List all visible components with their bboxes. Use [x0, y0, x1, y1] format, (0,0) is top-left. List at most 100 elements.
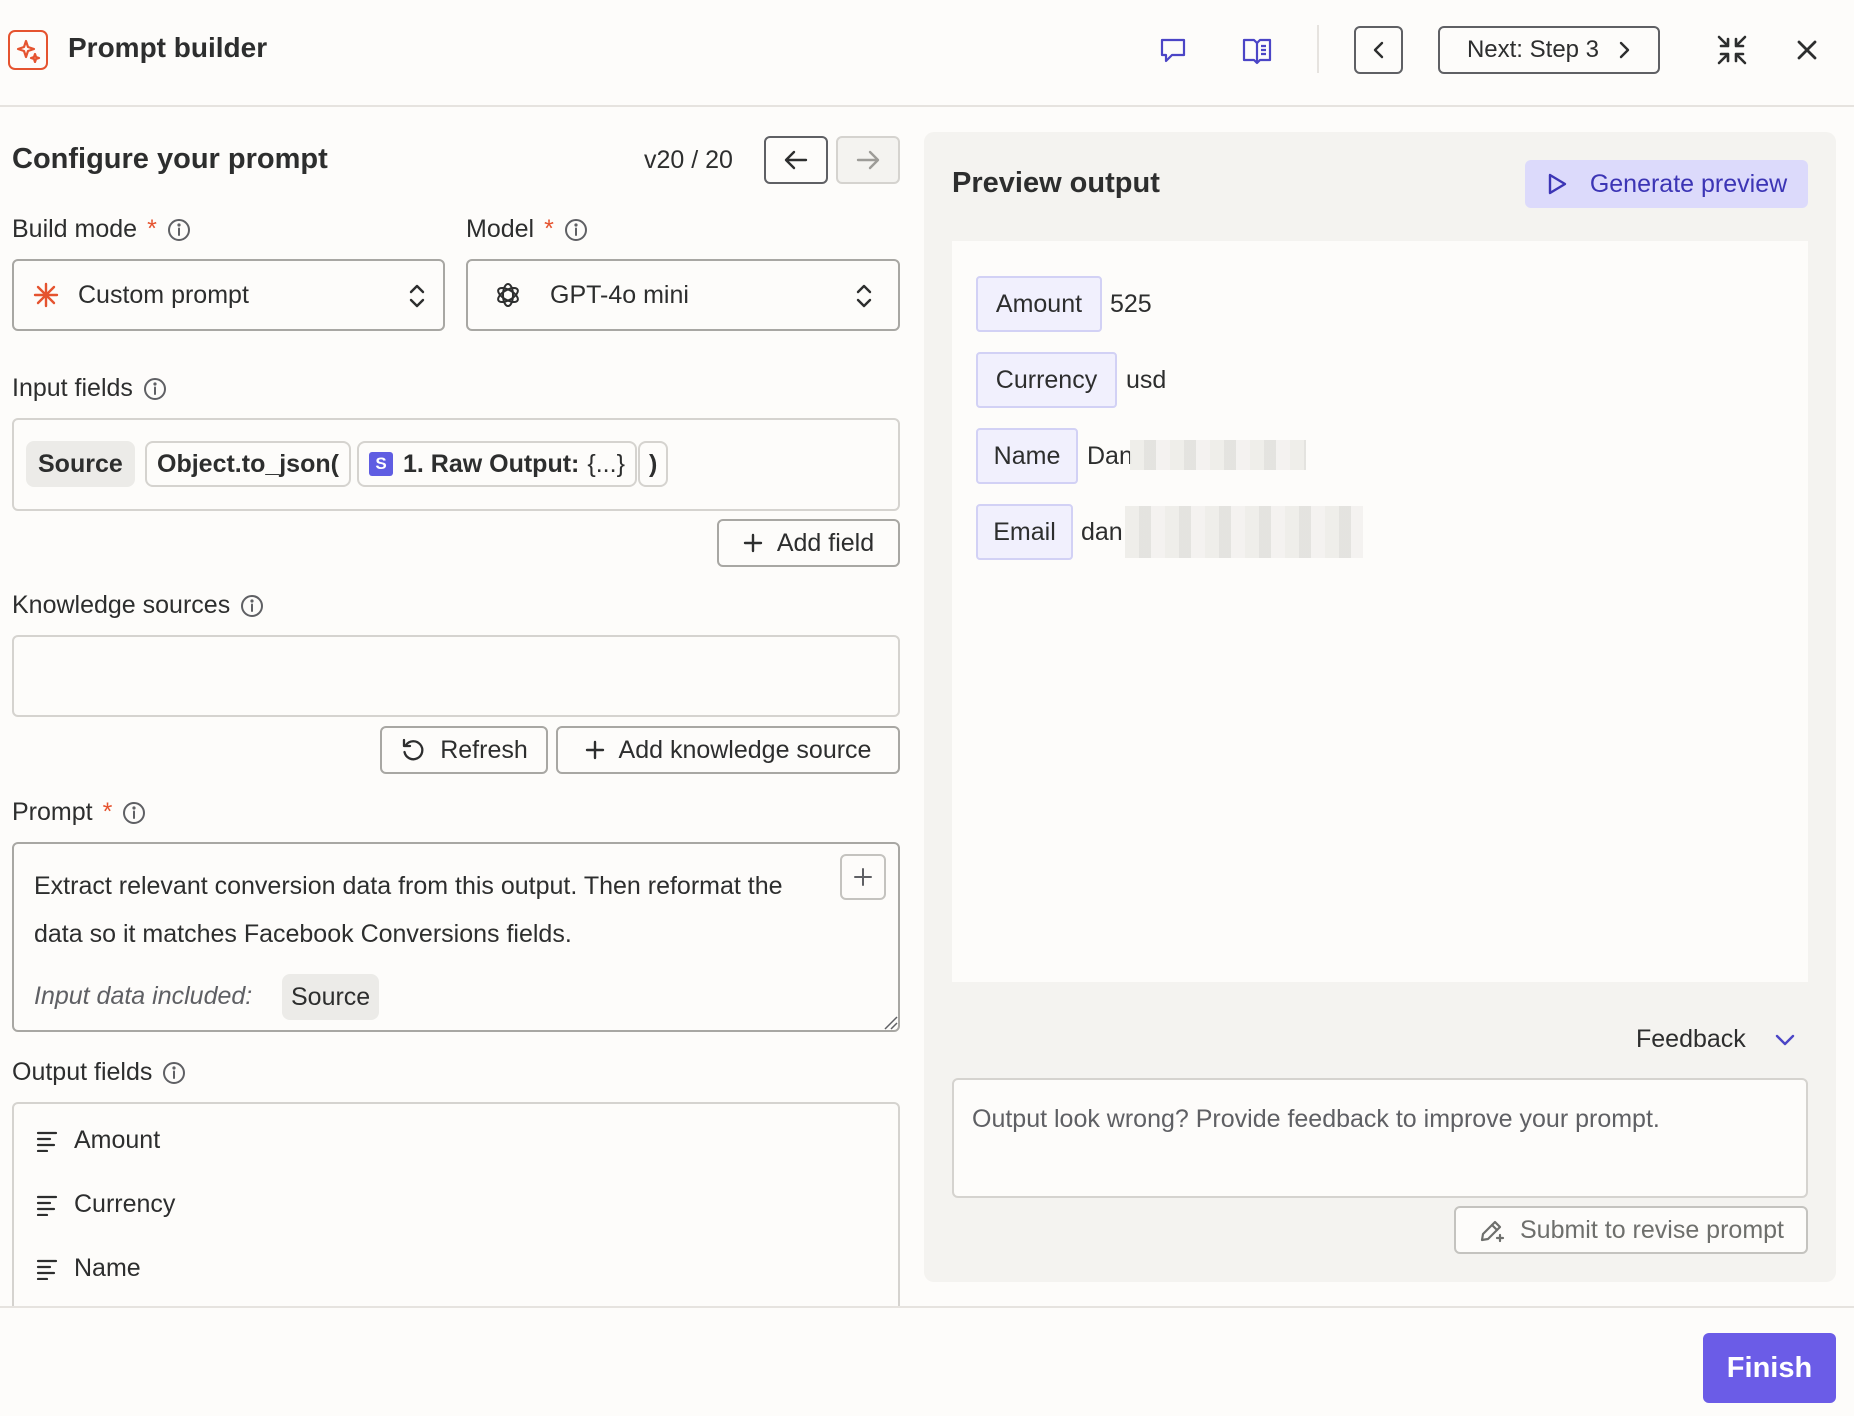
required-mark: *	[102, 798, 113, 826]
info-icon[interactable]	[122, 801, 146, 825]
close-paren-pill[interactable]: )	[638, 441, 669, 487]
previous-version-button[interactable]	[764, 136, 828, 184]
model-label-text: Model	[466, 215, 535, 243]
redacted-email-blur	[1125, 506, 1363, 558]
included-source-pill: Source	[282, 974, 380, 1020]
knowledge-sources-box[interactable]	[12, 635, 900, 717]
plus-icon	[743, 533, 763, 553]
model-label: Model *	[466, 215, 588, 244]
pencil-sparkle-icon	[1480, 1220, 1505, 1243]
info-icon[interactable]	[564, 218, 588, 242]
output-field-row[interactable]: Name	[36, 1254, 141, 1283]
preview-output-title: Preview output	[952, 167, 1160, 199]
generate-preview-label: Generate preview	[1589, 169, 1788, 198]
book-icon[interactable]	[1237, 30, 1277, 70]
preview-value: 525	[1110, 290, 1152, 318]
output-field-name: Currency	[74, 1190, 176, 1218]
refresh-icon	[403, 738, 424, 761]
info-icon[interactable]	[143, 377, 167, 401]
insert-data-button[interactable]	[840, 854, 886, 900]
next-version-button[interactable]	[836, 136, 900, 184]
play-icon	[1548, 173, 1567, 195]
preview-key: Amount	[976, 276, 1102, 332]
footer-bar	[0, 1306, 1854, 1416]
feedback-placeholder: Output look wrong? Provide feedback to i…	[972, 1105, 1660, 1133]
text-lines-icon	[36, 1259, 58, 1280]
header-divider	[1317, 25, 1319, 73]
configure-title: Configure your prompt	[12, 143, 328, 175]
chevron-up-down-icon	[407, 281, 427, 318]
build-mode-label-text: Build mode	[12, 215, 138, 243]
knowledge-sources-label: Knowledge sources	[12, 591, 264, 620]
build-mode-value: Custom prompt	[78, 280, 249, 309]
add-knowledge-source-label: Add knowledge source	[618, 735, 872, 764]
feedback-label: Feedback	[1636, 1025, 1746, 1053]
text-lines-icon	[36, 1195, 58, 1216]
add-field-label: Add field	[776, 528, 875, 557]
raw-output-pill[interactable]: S 1. Raw Output: {...}	[357, 441, 637, 487]
finish-button[interactable]: Finish	[1703, 1333, 1836, 1403]
model-select[interactable]: GPT-4o mini	[466, 259, 900, 331]
comment-icon[interactable]	[1153, 30, 1193, 70]
openai-logo-icon	[492, 279, 524, 311]
arrow-right-icon	[856, 150, 880, 170]
input-data-included-label: Input data included:	[34, 982, 253, 1010]
source-pill[interactable]: Source	[26, 441, 135, 487]
knowledge-sources-label-text: Knowledge sources	[12, 591, 231, 619]
preview-key: Email	[976, 504, 1073, 560]
chevron-up-down-icon	[854, 281, 874, 318]
preview-key: Name	[976, 428, 1078, 484]
close-icon[interactable]	[1787, 30, 1827, 70]
add-knowledge-source-button[interactable]: Add knowledge source	[556, 726, 900, 774]
submit-revise-label: Submit to revise prompt	[1520, 1215, 1784, 1244]
required-mark: *	[147, 215, 157, 243]
output-fields-label: Output fields	[12, 1058, 186, 1087]
prompt-label: Prompt *	[12, 798, 146, 827]
redacted-name-blur	[1130, 440, 1306, 470]
output-fields-label-text: Output fields	[12, 1058, 153, 1086]
build-mode-select[interactable]: Custom prompt	[12, 259, 445, 331]
output-field-name: Name	[74, 1254, 141, 1282]
prompt-text-line: Extract relevant conversion data from th…	[34, 872, 783, 900]
info-icon[interactable]	[162, 1061, 186, 1085]
preview-value: dan	[1081, 518, 1123, 546]
required-mark: *	[544, 215, 554, 243]
arrow-left-icon	[784, 150, 808, 170]
output-field-row[interactable]: Currency	[36, 1190, 175, 1219]
collapse-icon[interactable]	[1712, 30, 1752, 70]
feedback-textarea[interactable]	[952, 1078, 1808, 1198]
chevron-down-icon	[1775, 1034, 1794, 1045]
preview-value: usd	[1126, 366, 1167, 394]
next-step-label: Next: Step 3	[1466, 36, 1600, 63]
text-lines-icon	[36, 1131, 58, 1152]
prompt-text: Extract relevant conversion data from th…	[34, 862, 824, 958]
version-indicator: v20 / 20	[644, 146, 733, 174]
info-icon[interactable]	[240, 594, 264, 618]
plus-icon	[585, 740, 604, 760]
function-pill[interactable]: Object.to_json(	[145, 441, 351, 487]
prompt-text-line: data so it matches Facebook Conversions …	[34, 920, 572, 948]
refresh-label: Refresh	[440, 735, 528, 764]
header: Prompt builder Next: Step 3	[0, 0, 1854, 107]
input-fields-label: Input fields	[12, 374, 167, 403]
preview-value: Dan	[1087, 442, 1133, 470]
input-fields-label-text: Input fields	[12, 374, 133, 402]
previous-step-button[interactable]	[1354, 26, 1403, 74]
output-field-name: Amount	[74, 1126, 161, 1154]
add-field-button[interactable]: Add field	[717, 519, 900, 567]
raw-output-value: {...}	[587, 449, 625, 478]
prompt-label-text: Prompt	[12, 798, 93, 826]
build-mode-label: Build mode *	[12, 215, 191, 244]
model-value: GPT-4o mini	[550, 280, 689, 309]
info-icon[interactable]	[167, 218, 191, 242]
next-step-button[interactable]: Next: Step 3	[1438, 26, 1660, 74]
output-field-row[interactable]: Amount	[36, 1126, 160, 1155]
plus-icon	[854, 868, 872, 886]
feedback-toggle[interactable]: Feedback	[1636, 1025, 1796, 1054]
preview-key: Currency	[976, 352, 1117, 408]
app-title: Prompt builder	[68, 32, 268, 63]
submit-revise-button[interactable]: Submit to revise prompt	[1454, 1206, 1808, 1254]
refresh-button[interactable]: Refresh	[380, 726, 548, 774]
resize-handle-icon[interactable]	[882, 1014, 898, 1035]
generate-preview-button[interactable]: Generate preview	[1525, 160, 1808, 208]
